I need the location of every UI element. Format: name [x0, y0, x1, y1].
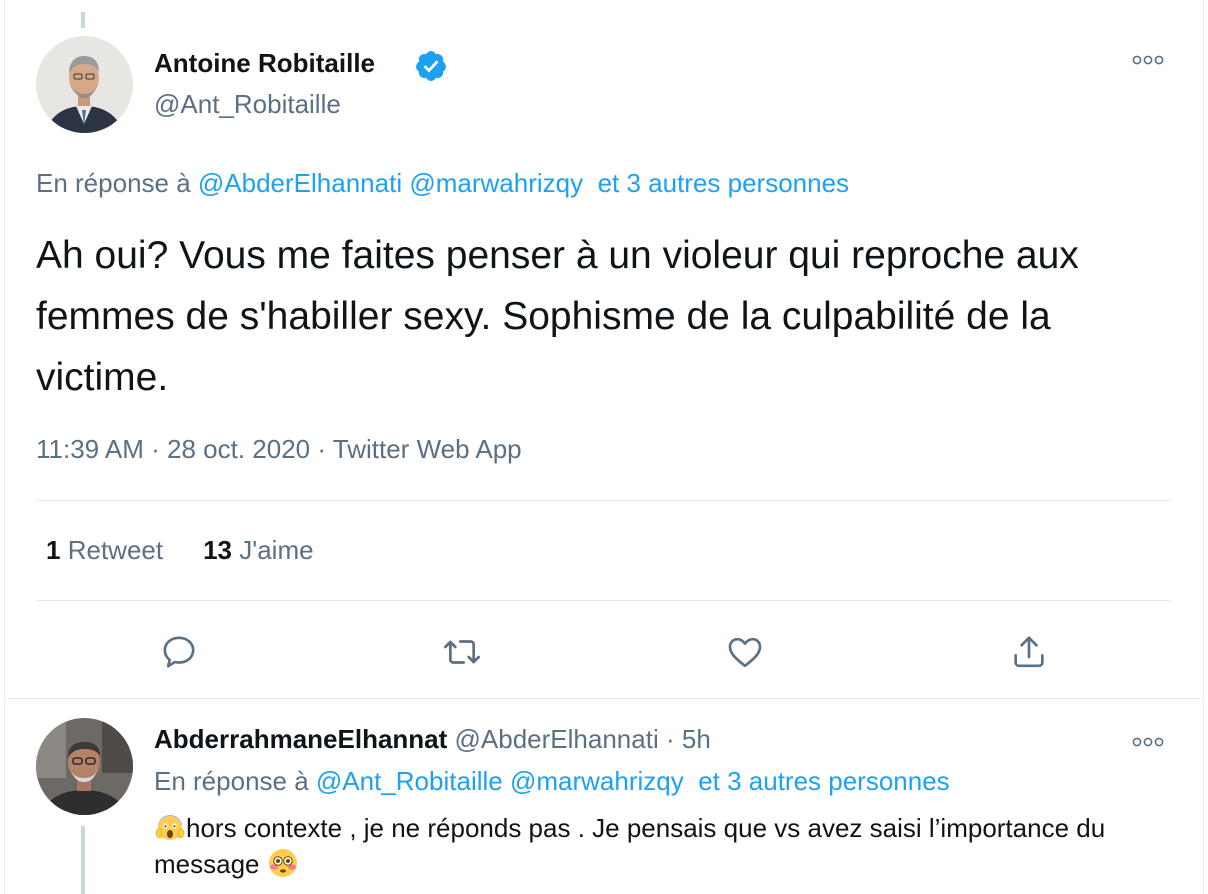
- mention-link[interactable]: @Ant_Robitaille: [316, 766, 503, 796]
- frame-border-right: [1203, 0, 1204, 894]
- more-options-icon[interactable]: [1128, 50, 1168, 70]
- mention-link[interactable]: @AbderElhannati: [198, 168, 402, 198]
- others-link[interactable]: et 3 autres personnes: [598, 168, 850, 198]
- screaming-face-emoji-icon: [154, 811, 186, 843]
- mention-link[interactable]: @marwahrizqy: [409, 168, 583, 198]
- mention-link[interactable]: @marwahrizqy: [510, 766, 684, 796]
- reply-author-avatar[interactable]: [36, 718, 133, 815]
- likes-count: 13: [203, 535, 233, 565]
- thread-line-top: [81, 12, 85, 28]
- divider: [36, 600, 1170, 601]
- divider: [36, 500, 1170, 501]
- frame-border-left: [4, 0, 5, 894]
- action-bar: [0, 628, 1208, 676]
- section-divider: [4, 698, 1204, 699]
- reply-prefix: En réponse à: [36, 168, 191, 198]
- retweets-stat[interactable]: 1 Retweet: [46, 535, 163, 566]
- flushed-face-emoji-icon: [267, 847, 299, 879]
- likes-label: J'aime: [239, 535, 314, 565]
- author-avatar[interactable]: [36, 36, 133, 133]
- author-name[interactable]: Antoine Robitaille: [154, 48, 375, 79]
- thread-line-bottom: [81, 826, 85, 894]
- reply-context: En réponse à @Ant_Robitaille @marwahrizq…: [154, 766, 950, 797]
- retweet-icon[interactable]: [438, 628, 486, 676]
- reply-author-name[interactable]: AbderrahmaneElhannat: [154, 724, 447, 754]
- reply-more-options-icon[interactable]: [1128, 732, 1168, 752]
- retweets-count: 1: [46, 535, 61, 565]
- author-handle[interactable]: @Ant_Robitaille: [154, 89, 341, 120]
- reply-tweet-text: hors contexte , je ne réponds pas . Je p…: [154, 810, 1164, 882]
- others-link[interactable]: et 3 autres personnes: [698, 766, 950, 796]
- retweets-label: Retweet: [67, 535, 164, 565]
- share-icon[interactable]: [1005, 628, 1053, 676]
- reply-time[interactable]: 5h: [682, 724, 711, 754]
- like-icon[interactable]: [721, 628, 769, 676]
- reply-header: AbderrahmaneElhannat @AbderElhannati · 5…: [154, 724, 711, 755]
- reply-author-handle[interactable]: @AbderElhannati: [455, 724, 659, 754]
- tweet-timestamp[interactable]: 11:39 AM · 28 oct. 2020 · Twitter Web Ap…: [36, 434, 522, 465]
- separator-dot: ·: [665, 724, 675, 754]
- verified-badge-icon: [414, 49, 448, 83]
- reply-icon[interactable]: [155, 628, 203, 676]
- engagement-stats: 1 Retweet 13 J'aime: [46, 535, 314, 566]
- reply-prefix: En réponse à: [154, 766, 309, 796]
- reply-context: En réponse à @AbderElhannati @marwahrizq…: [36, 168, 849, 199]
- likes-stat[interactable]: 13 J'aime: [203, 535, 313, 566]
- tweet-text: Ah oui? Vous me faites penser à un viole…: [36, 234, 1079, 399]
